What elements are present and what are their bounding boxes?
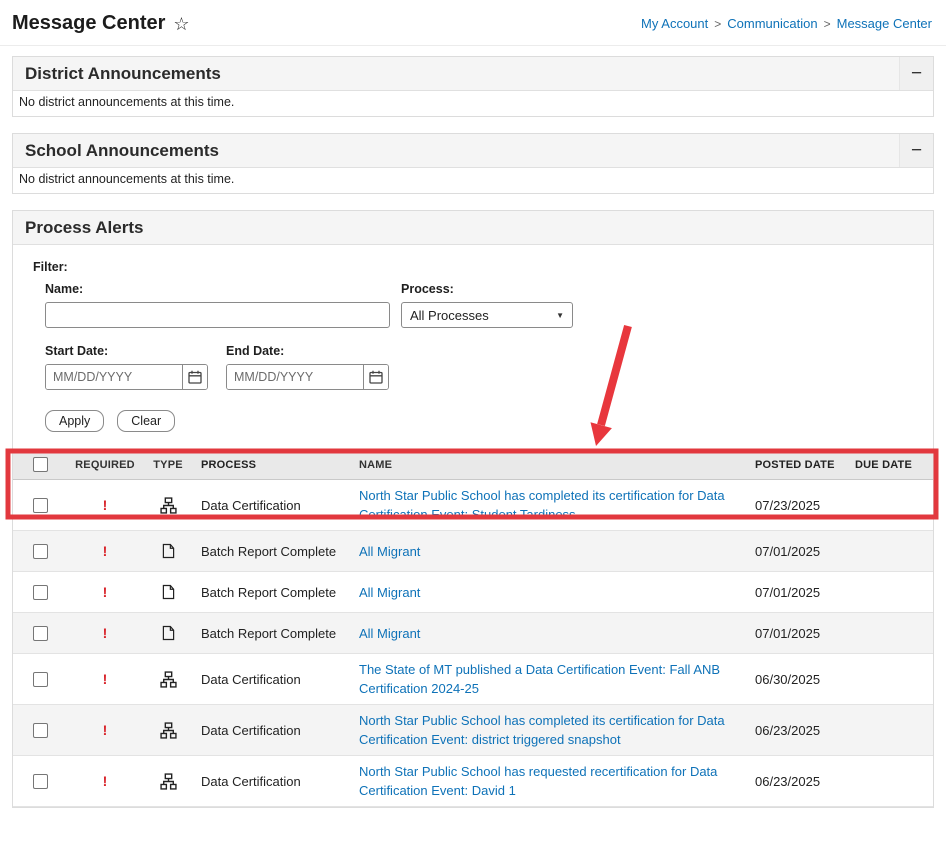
apply-button[interactable]: Apply [45, 410, 105, 432]
district-announcements-panel: District Announcements − No district ann… [12, 56, 934, 117]
required-flag: ! [102, 497, 108, 513]
message-link[interactable]: North Star Public School has completed i… [359, 486, 729, 524]
process-cell: Data Certification [201, 773, 301, 789]
data-certification-icon [159, 670, 177, 688]
table-row: ! Data Certification The State of MT pub… [13, 654, 933, 705]
header-required: REQUIRED [75, 458, 135, 471]
school-announcements-empty-text: No district announcements at this time. [19, 172, 235, 186]
row-checkbox[interactable] [32, 584, 48, 600]
table-row: ! Batch Report Complete All Migrant 07/0… [13, 613, 933, 654]
breadcrumb-separator: > [714, 16, 722, 31]
row-checkbox[interactable] [32, 625, 48, 641]
header-due-date: DUE DATE [855, 458, 913, 471]
document-icon [162, 584, 174, 600]
required-flag: ! [102, 722, 108, 738]
table-row: ! Data Certification North Star Public S… [13, 705, 933, 756]
data-certification-icon [159, 772, 177, 790]
posted-date-cell: 06/23/2025 [755, 773, 821, 789]
required-flag: ! [102, 543, 108, 559]
district-announcements-empty-text: No district announcements at this time. [19, 95, 235, 109]
end-date-label: End Date: [226, 344, 285, 358]
collapse-button[interactable]: − [899, 57, 933, 90]
select-all-checkbox[interactable] [32, 457, 48, 472]
required-flag: ! [102, 584, 108, 600]
message-link[interactable]: All Migrant [359, 624, 420, 643]
posted-date-cell: 06/23/2025 [755, 722, 821, 738]
header-type: TYPE [153, 458, 183, 471]
document-icon [162, 543, 174, 559]
message-link[interactable]: North Star Public School has requested r… [359, 762, 729, 800]
page-header: Message Center ☆ My Account > Communicat… [0, 0, 946, 46]
calendar-icon[interactable] [363, 365, 388, 389]
required-flag: ! [102, 625, 108, 641]
breadcrumb-my-account[interactable]: My Account [641, 16, 708, 31]
required-flag: ! [102, 671, 108, 687]
required-flag: ! [102, 773, 108, 789]
filter-form: Filter: Name: Process: All Processes ▼ S… [13, 245, 933, 449]
message-link[interactable]: North Star Public School has completed i… [359, 711, 729, 749]
alerts-table-body: ! Data Certification North Star Public S… [13, 480, 933, 807]
process-cell: Batch Report Complete [201, 584, 337, 600]
table-row: ! Data Certification North Star Public S… [13, 480, 933, 531]
breadcrumb-communication[interactable]: Communication [727, 16, 817, 31]
start-date-input[interactable] [46, 365, 182, 389]
table-row: ! Data Certification North Star Public S… [13, 756, 933, 807]
calendar-icon[interactable] [182, 365, 207, 389]
breadcrumb-separator: > [823, 16, 831, 31]
data-certification-icon [159, 721, 177, 739]
name-input[interactable] [45, 302, 390, 328]
alerts-table: REQUIRED TYPE PROCESS NAME POSTED DATE D… [13, 449, 933, 807]
process-alerts-title: Process Alerts [25, 217, 144, 237]
clear-button[interactable]: Clear [117, 410, 176, 432]
process-alerts-panel: Process Alerts Filter: Name: Process: Al… [12, 210, 934, 808]
process-label: Process: [401, 282, 454, 296]
chevron-down-icon: ▼ [556, 310, 564, 320]
process-select-value: All Processes [410, 307, 489, 323]
process-cell: Batch Report Complete [201, 625, 337, 641]
process-cell: Data Certification [201, 497, 301, 513]
posted-date-cell: 06/30/2025 [755, 671, 821, 687]
header-name: NAME [359, 458, 393, 471]
posted-date-cell: 07/01/2025 [755, 543, 821, 559]
row-checkbox[interactable] [32, 773, 48, 789]
data-certification-icon [159, 496, 177, 514]
school-announcements-title: School Announcements [25, 140, 219, 160]
table-row: ! Batch Report Complete All Migrant 07/0… [13, 572, 933, 613]
breadcrumb: My Account > Communication > Message Cen… [641, 16, 932, 31]
favorite-star-icon[interactable]: ☆ [173, 15, 189, 33]
process-cell: Data Certification [201, 671, 301, 687]
process-cell: Batch Report Complete [201, 543, 337, 559]
collapse-button[interactable]: − [899, 134, 933, 167]
header-posted-date: POSTED DATE [755, 458, 835, 471]
message-link[interactable]: All Migrant [359, 542, 420, 561]
message-link[interactable]: The State of MT published a Data Certifi… [359, 660, 729, 698]
start-date-label: Start Date: [45, 344, 109, 358]
table-row: ! Batch Report Complete All Migrant 07/0… [13, 531, 933, 572]
posted-date-cell: 07/01/2025 [755, 584, 821, 600]
row-checkbox[interactable] [32, 671, 48, 687]
alerts-table-header: REQUIRED TYPE PROCESS NAME POSTED DATE D… [13, 450, 933, 480]
posted-date-cell: 07/23/2025 [755, 497, 821, 513]
school-announcements-panel: School Announcements − No district annou… [12, 133, 934, 194]
row-checkbox[interactable] [32, 543, 48, 559]
row-checkbox[interactable] [32, 497, 48, 513]
message-link[interactable]: All Migrant [359, 583, 420, 602]
process-select[interactable]: All Processes ▼ [401, 302, 573, 328]
posted-date-cell: 07/01/2025 [755, 625, 821, 641]
page-title: Message Center [12, 12, 166, 34]
name-label: Name: [45, 282, 84, 296]
header-process: PROCESS [201, 458, 257, 471]
end-date-input[interactable] [227, 365, 363, 389]
process-cell: Data Certification [201, 722, 301, 738]
row-checkbox[interactable] [32, 722, 48, 738]
filter-label: Filter: [33, 260, 68, 274]
document-icon [162, 625, 174, 641]
district-announcements-title: District Announcements [25, 63, 221, 83]
breadcrumb-message-center[interactable]: Message Center [837, 16, 932, 31]
